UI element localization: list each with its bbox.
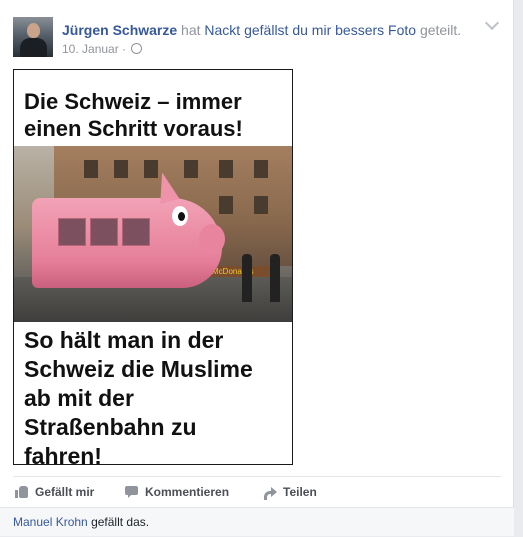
share-arrow-icon — [263, 486, 277, 500]
building-window — [84, 160, 98, 178]
pig-snout — [199, 224, 225, 254]
building-window — [254, 196, 268, 214]
comment-icon — [125, 486, 139, 498]
post-header: Jürgen Schwarze hat Nackt gefällst du mi… — [62, 22, 461, 38]
comment-label: Kommentieren — [145, 485, 230, 499]
share-button[interactable]: Teilen — [263, 485, 317, 500]
pig-tram — [32, 198, 222, 288]
tram-scene-image — [14, 146, 292, 322]
shared-photo[interactable]: Die Schweiz – immer einen Schritt voraus… — [13, 69, 293, 465]
photo-link[interactable]: s Foto — [377, 22, 416, 38]
like-button[interactable]: Gefällt mir — [15, 485, 94, 499]
tram-window — [58, 218, 86, 246]
author-name[interactable]: Jürgen Schwarze — [62, 22, 177, 38]
chevron-down-icon[interactable] — [484, 15, 500, 31]
like-label: Gefällt mir — [35, 485, 95, 499]
likes-summary: Manuel Krohn gefällt das. — [0, 507, 514, 536]
comment-button[interactable]: Kommentieren — [125, 485, 229, 499]
pedestrian — [270, 254, 280, 302]
liker-name-link[interactable]: Manuel Krohn — [13, 515, 88, 529]
photo-caption-bottom: So hält man in der Schweiz die Muslime a… — [24, 327, 253, 465]
tram-window — [90, 218, 118, 246]
share-label: Teilen — [283, 485, 317, 499]
author-avatar[interactable] — [13, 17, 53, 57]
post-timestamp[interactable]: 10. Januar — [62, 42, 119, 56]
likes-suffix: gefällt das. — [91, 515, 150, 529]
photo-caption-top: Die Schweiz – immer einen Schritt voraus… — [24, 89, 243, 141]
post-card: Jürgen Schwarze hat Nackt gefällst du mi… — [0, 0, 514, 536]
building-window — [114, 160, 128, 178]
building-window — [184, 160, 198, 178]
meta-separator: · — [122, 42, 127, 56]
pig-eye — [172, 206, 188, 226]
post-meta: 10. Januar · — [62, 42, 143, 56]
building-window — [219, 196, 233, 214]
tram-window — [122, 218, 150, 246]
thumbs-up-icon — [15, 486, 29, 498]
header-verb-end: geteilt. — [419, 22, 462, 38]
pedestrian — [242, 254, 252, 302]
avatar-head — [27, 23, 40, 38]
post-actions: Gefällt mir Kommentieren Teilen — [13, 476, 501, 507]
page-name-link[interactable]: Nackt gefällst du mir besser — [204, 22, 377, 38]
avatar-body — [20, 38, 47, 57]
globe-icon[interactable] — [131, 43, 143, 54]
building-window — [254, 160, 268, 178]
header-verb: hat — [181, 22, 201, 38]
building-window — [219, 160, 233, 178]
